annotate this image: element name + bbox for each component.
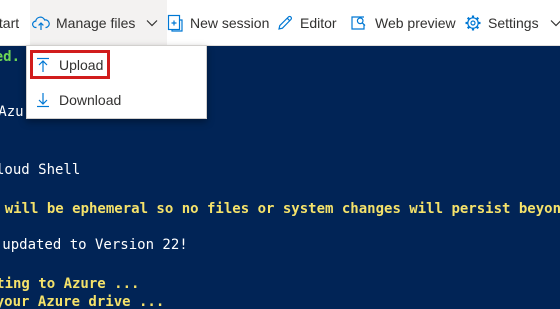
new-session-icon (166, 14, 184, 32)
new-session-label: New session (190, 14, 270, 31)
manage-files-label: Manage files (56, 14, 136, 31)
cloud-upload-icon (32, 14, 50, 32)
terminal-line: VERBOSE: Building your Azure drive ... (0, 294, 165, 309)
web-preview-icon (349, 14, 367, 32)
manage-files-button[interactable]: Manage files (30, 0, 168, 45)
terminal-line: Requesting a Cloud Shell.Succeeded. (0, 49, 21, 65)
web-preview-label: Web preview (375, 14, 456, 31)
settings-button[interactable]: Settings (464, 0, 560, 45)
new-session-button[interactable]: New session (166, 0, 269, 45)
upload-icon (35, 57, 51, 73)
restart-label: Restart (0, 14, 20, 31)
terminal-line: MOTD: Azure Cloud Shell updated to Versi… (2, 237, 188, 253)
cloud-shell-toolbar: Restart Manage files New session (0, 0, 560, 46)
download-label: Download (59, 92, 122, 108)
terminal-line: Your Cloud Shell session will be ephemer… (4, 201, 560, 217)
upload-menu-item[interactable]: Upload (27, 48, 206, 82)
editor-label: Editor (300, 14, 337, 31)
download-menu-item[interactable]: Download (27, 83, 206, 117)
pencil-icon (276, 14, 294, 32)
restart-button[interactable]: Restart (0, 0, 19, 45)
terminal-line: VERBOSE: Authenticating to Azure ... (0, 276, 140, 292)
download-icon (35, 92, 51, 108)
gear-icon (464, 14, 482, 32)
chevron-down-icon (547, 14, 560, 32)
terminal-line: Type "help" to learn about Cloud Shell (0, 162, 81, 178)
upload-label: Upload (59, 57, 104, 73)
manage-files-menu: Upload Download (26, 45, 207, 119)
web-preview-button[interactable]: Web preview (349, 0, 456, 45)
editor-button[interactable]: Editor (276, 0, 337, 45)
chevron-down-icon (143, 14, 161, 32)
settings-label: Settings (488, 14, 539, 31)
